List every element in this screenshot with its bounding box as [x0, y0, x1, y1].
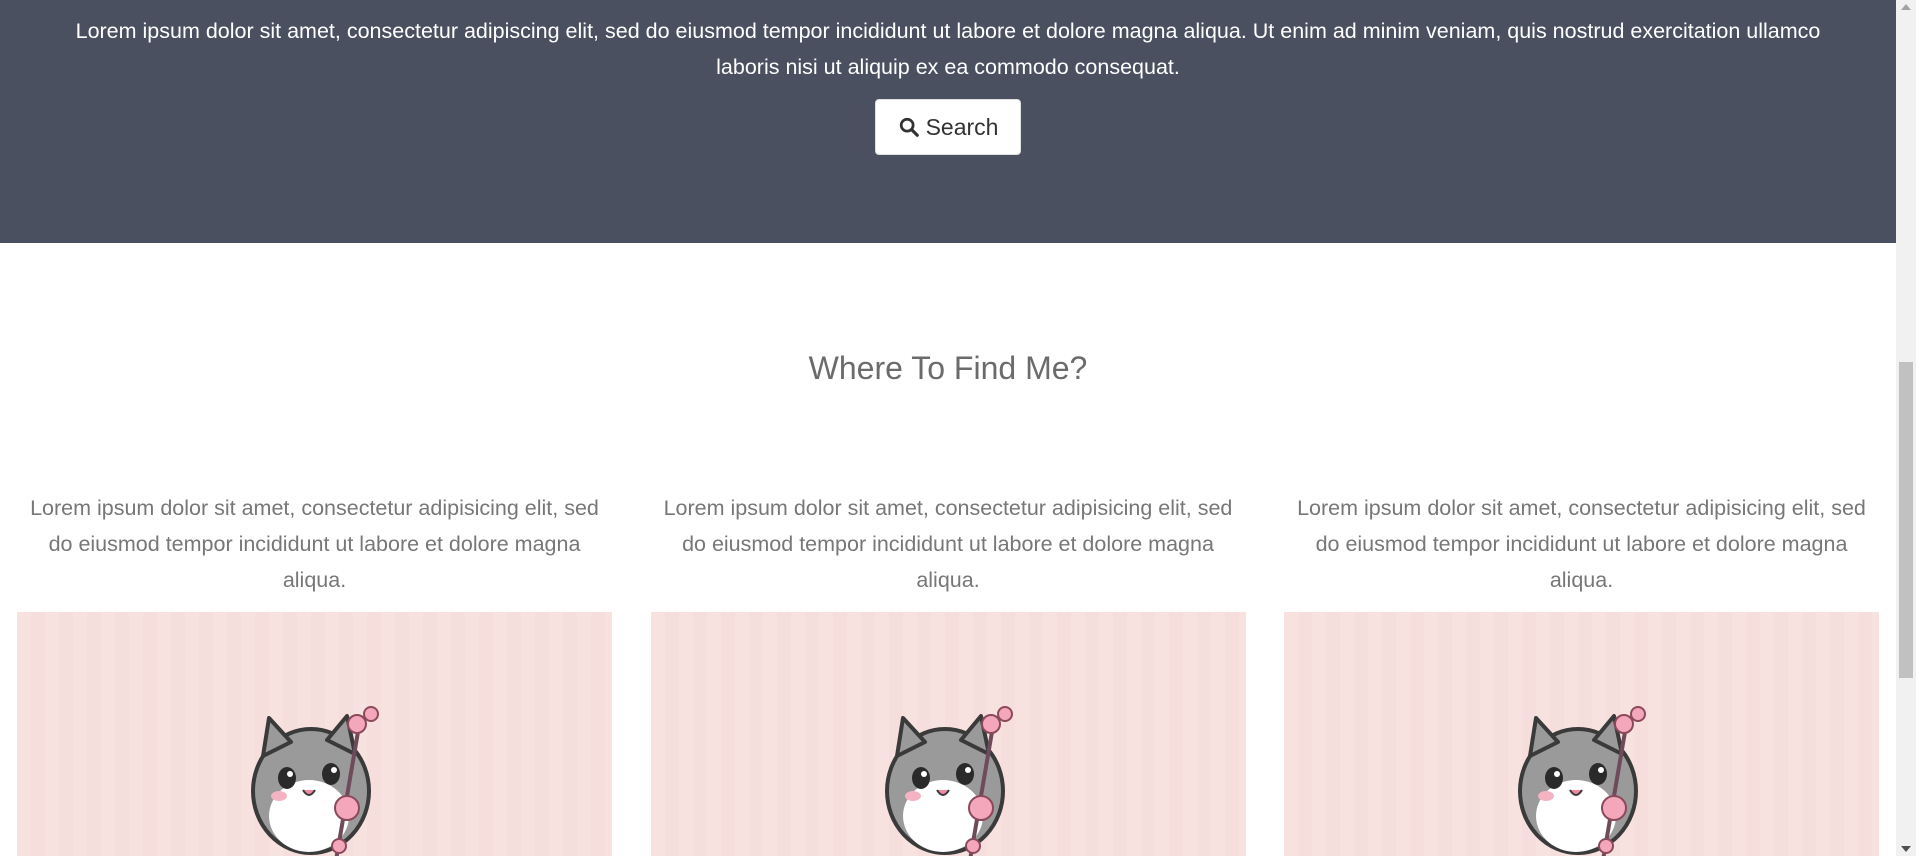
location-card: Lorem ipsum dolor sit amet, consectetur …	[1284, 490, 1879, 856]
scrollbar-thumb[interactable]	[1899, 362, 1913, 678]
card-text: Lorem ipsum dolor sit amet, consectetur …	[30, 496, 599, 592]
location-card: Lorem ipsum dolor sit amet, consectetur …	[17, 490, 612, 856]
search-button[interactable]: Search	[875, 99, 1021, 155]
location-card: Lorem ipsum dolor sit amet, consectetur …	[650, 490, 1246, 856]
card-text: Lorem ipsum dolor sit amet, consectetur …	[663, 496, 1233, 592]
card-image	[1284, 612, 1879, 856]
cat-with-flower-illustration	[884, 706, 1013, 856]
card-image	[650, 612, 1246, 856]
hero-text: Lorem ipsum dolor sit amet, consectetur …	[75, 19, 1821, 79]
search-icon	[899, 117, 919, 137]
scroll-up-arrow-icon[interactable]	[1901, 4, 1911, 10]
card-image	[17, 612, 612, 856]
scroll-down-arrow-icon[interactable]	[1901, 846, 1911, 852]
hero-section: Lorem ipsum dolor sit amet, consectetur …	[0, 0, 1896, 243]
cards-row: Lorem ipsum dolor sit amet, consectetur …	[17, 490, 1879, 856]
search-button-label: Search	[925, 113, 999, 140]
cat-with-flower-illustration	[1518, 706, 1646, 856]
card-text: Lorem ipsum dolor sit amet, consectetur …	[1297, 496, 1866, 592]
section-title: Where To Find Me?	[808, 350, 1088, 386]
vertical-scrollbar[interactable]	[1896, 0, 1916, 856]
cat-with-flower-illustration	[251, 706, 379, 856]
page: Lorem ipsum dolor sit amet, consectetur …	[0, 0, 1896, 856]
